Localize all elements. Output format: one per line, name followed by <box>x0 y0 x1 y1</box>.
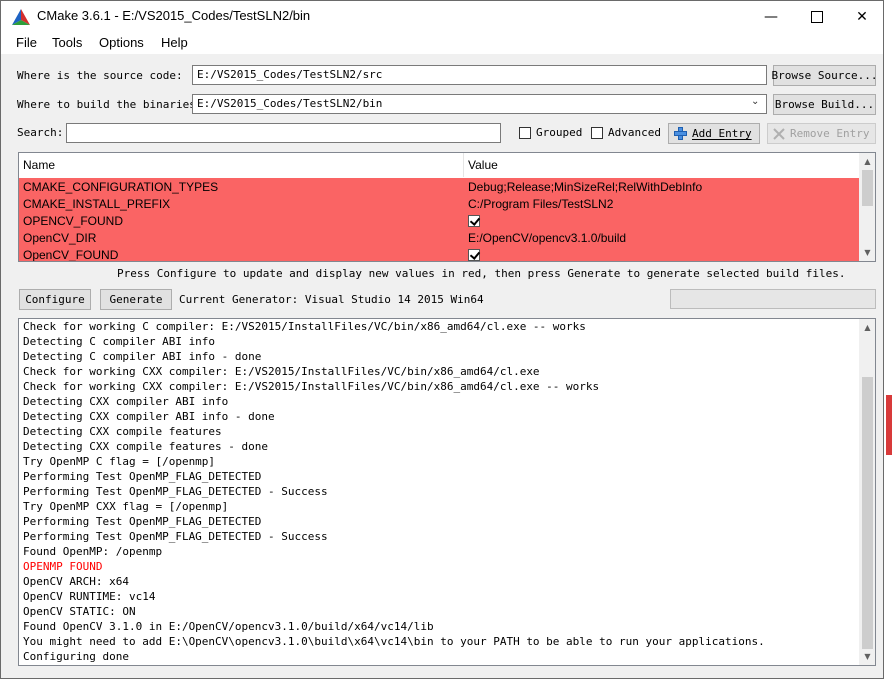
browse-source-button[interactable]: Browse Source... <box>772 65 877 86</box>
search-label: Search: <box>17 126 64 139</box>
output-line: OpenCV STATIC: ON <box>23 605 136 618</box>
output-line: Performing Test OpenMP_FLAG_DETECTED - S… <box>23 485 328 498</box>
grouped-checkbox[interactable] <box>519 127 531 139</box>
output-line: Detecting C compiler ABI info <box>23 335 216 348</box>
entry-name: OpenCV_FOUND <box>23 247 119 262</box>
cache-entries-table: Name Value CMAKE_CONFIGURATION_TYPES Debu… <box>18 152 876 262</box>
menu-tools[interactable]: Tools <box>52 35 82 50</box>
cmake-logo-icon <box>12 9 30 25</box>
entry-value[interactable] <box>464 246 859 261</box>
output-line: Check for working CXX compiler: E:/VS201… <box>23 380 600 393</box>
progress-bar <box>670 289 876 309</box>
output-line: Detecting C compiler ABI info - done <box>23 350 262 363</box>
output-scrollbar[interactable]: ▲ ▼ <box>859 319 875 665</box>
menu-bar: File Tools Options Help <box>1 32 883 54</box>
output-line: Detecting CXX compile features <box>23 425 222 438</box>
output-line: Try OpenMP C flag = [/openmp] <box>23 455 216 468</box>
entry-name: CMAKE_INSTALL_PREFIX <box>23 196 171 211</box>
add-entry-button[interactable]: Add Entry <box>668 123 760 144</box>
remove-entry-label: Remove Entry <box>790 127 870 140</box>
window-title: CMake 3.6.1 - E:/VS2015_Codes/TestSLN2/b… <box>37 8 311 23</box>
table-row[interactable]: CMAKE_CONFIGURATION_TYPES Debug;Release;M… <box>19 178 859 195</box>
generate-button[interactable]: Generate <box>100 289 172 310</box>
build-label: Where to build the binaries: <box>17 98 203 111</box>
minimize-button[interactable]: — <box>748 1 794 32</box>
plus-icon <box>674 127 687 140</box>
build-path-value: E:/VS2015_Codes/TestSLN2/bin <box>197 97 383 110</box>
source-path-input[interactable]: E:/VS2015_Codes/TestSLN2/src <box>192 65 767 85</box>
remove-x-icon <box>773 127 785 140</box>
title-bar[interactable]: CMake 3.6.1 - E:/VS2015_Codes/TestSLN2/b… <box>1 1 883 32</box>
output-line: Found OpenMP: /openmp <box>23 545 163 558</box>
minimize-icon: — <box>764 8 778 25</box>
column-header-value[interactable]: Value <box>464 153 859 177</box>
desktop-background <box>884 0 893 683</box>
checkbox-checked-icon[interactable] <box>468 214 480 227</box>
remove-entry-button[interactable]: Remove Entry <box>767 123 876 144</box>
build-path-combobox[interactable]: E:/VS2015_Codes/TestSLN2/bin <box>192 94 767 114</box>
entry-value[interactable] <box>464 212 859 229</box>
entry-name: OpenCV_DIR <box>23 230 97 245</box>
menu-options[interactable]: Options <box>99 35 144 50</box>
output-line: Found OpenCV 3.1.0 in E:/OpenCV/opencv3.… <box>23 620 434 633</box>
output-line: Try OpenMP CXX flag = [/openmp] <box>23 500 229 513</box>
chevron-down-icon[interactable]: ⌄ <box>751 96 759 107</box>
desktop-edge-mark <box>886 395 892 455</box>
maximize-icon <box>811 10 823 23</box>
advanced-checkbox[interactable] <box>591 127 603 139</box>
checkbox-checked-icon[interactable] <box>468 248 480 261</box>
output-line: Check for working C compiler: E:/VS2015/… <box>23 320 586 333</box>
output-line: OPENMP FOUND <box>23 560 103 573</box>
output-scroll-thumb[interactable] <box>862 377 873 649</box>
menu-file[interactable]: File <box>16 35 37 50</box>
output-line: Performing Test OpenMP_FLAG_DETECTED <box>23 470 262 483</box>
current-generator-label: Current Generator: Visual Studio 14 2015… <box>179 293 484 306</box>
scroll-down-arrow-icon[interactable]: ▼ <box>859 244 875 261</box>
menu-help[interactable]: Help <box>161 35 188 50</box>
scroll-up-arrow-icon[interactable]: ▲ <box>859 153 875 170</box>
hint-text: Press Configure to update and display ne… <box>117 267 846 280</box>
table-scroll-thumb[interactable] <box>862 170 873 206</box>
table-row[interactable]: OPENCV_FOUND <box>19 212 859 229</box>
output-line: OpenCV RUNTIME: vc14 <box>23 590 156 603</box>
add-entry-label: Add Entry <box>692 127 752 140</box>
search-input[interactable] <box>66 123 501 143</box>
table-row[interactable]: OpenCV_DIR E:/OpenCV/opencv3.1.0/build <box>19 229 859 246</box>
output-scroll-up-icon[interactable]: ▲ <box>859 319 875 336</box>
output-line: Detecting CXX compiler ABI info <box>23 395 229 408</box>
output-line: Configuring done <box>23 650 129 663</box>
source-label: Where is the source code: <box>17 69 183 82</box>
maximize-button[interactable] <box>794 1 840 32</box>
output-line: Performing Test OpenMP_FLAG_DETECTED <box>23 515 262 528</box>
table-scrollbar[interactable]: ▲ ▼ <box>859 153 875 261</box>
entry-value[interactable]: E:/OpenCV/opencv3.1.0/build <box>464 229 859 246</box>
table-row[interactable]: OpenCV_FOUND <box>19 246 859 262</box>
browse-build-button[interactable]: Browse Build... <box>773 94 876 115</box>
column-header-name[interactable]: Name <box>19 153 464 177</box>
close-button[interactable]: ✕ <box>839 1 883 32</box>
entry-value[interactable]: Debug;Release;MinSizeRel;RelWithDebInfo <box>464 178 859 195</box>
output-line: Check for working CXX compiler: E:/VS201… <box>23 365 540 378</box>
output-log[interactable]: Check for working C compiler: E:/VS2015/… <box>18 318 876 666</box>
output-line: Detecting CXX compiler ABI info - done <box>23 410 275 423</box>
cmake-window: CMake 3.6.1 - E:/VS2015_Codes/TestSLN2/b… <box>0 0 884 679</box>
output-line: You might need to add E:\OpenCV\opencv3.… <box>23 635 765 648</box>
table-row[interactable]: CMAKE_INSTALL_PREFIX C:/Program Files/Tes… <box>19 195 859 212</box>
advanced-label: Advanced <box>608 126 661 139</box>
output-line: OpenCV ARCH: x64 <box>23 575 129 588</box>
entry-name: CMAKE_CONFIGURATION_TYPES <box>23 179 219 194</box>
entry-value[interactable]: C:/Program Files/TestSLN2 <box>464 195 859 212</box>
output-line: Detecting CXX compile features - done <box>23 440 269 453</box>
close-icon: ✕ <box>856 8 868 25</box>
configure-button[interactable]: Configure <box>19 289 91 310</box>
entry-name: OPENCV_FOUND <box>23 213 124 228</box>
grouped-label: Grouped <box>536 126 583 139</box>
output-scroll-down-icon[interactable]: ▼ <box>859 648 875 665</box>
output-line: Performing Test OpenMP_FLAG_DETECTED - S… <box>23 530 328 543</box>
